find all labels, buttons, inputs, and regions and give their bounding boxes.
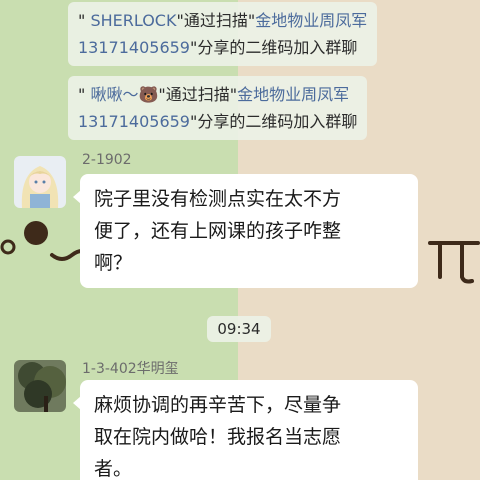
tree-photo-avatar-icon [14,360,66,412]
inviter-phone-link[interactable]: 13171405659 [78,112,190,131]
message-text-line: 啊？ [94,252,133,274]
message-text-line: 院子里没有检测点实在太不方 [94,188,342,210]
inviter-name-link[interactable]: 金地物业周凤军 [237,85,349,104]
message-text-line: 者。 [94,458,133,480]
member-name-link[interactable]: 啾啾～🐻 [90,85,158,104]
system-join-message: " SHERLOCK"通过扫描"金地物业周凤军 13171405659"分享的二… [68,2,378,66]
inviter-phone-link[interactable]: 13171405659 [78,38,190,57]
timestamp: 09:34 [207,316,271,342]
sender-name: 2-1902 [82,152,132,168]
system-join-message: " 啾啾～🐻"通过扫描"金地物业周凤军 13171405659"分享的二维码加入… [68,76,368,140]
message-bubble[interactable]: 院子里没有检测点实在太不方 便了，还有上网课的孩子咋整 啊？ [73,174,418,288]
avatar[interactable] [14,156,66,208]
message-text-line: 便了，还有上网课的孩子咋整 [94,220,342,242]
inviter-name-link[interactable]: 金地物业周凤军 [255,11,367,30]
message-text-line: 麻烦协调的再辛苦下，尽量争 [94,394,342,416]
sender-name: 1-3-402华明玺 [82,361,179,377]
anime-girl-avatar-icon [14,156,66,208]
bear-emoji-icon: 🐻 [138,85,159,104]
member-name-link[interactable]: SHERLOCK [90,11,176,30]
avatar[interactable] [14,360,66,412]
message-bubble[interactable]: 麻烦协调的再辛苦下，尽量争 取在院内做哈！我报名当志愿 者。 [73,380,418,494]
message-text-line: 取在院内做哈！我报名当志愿 [94,426,342,448]
